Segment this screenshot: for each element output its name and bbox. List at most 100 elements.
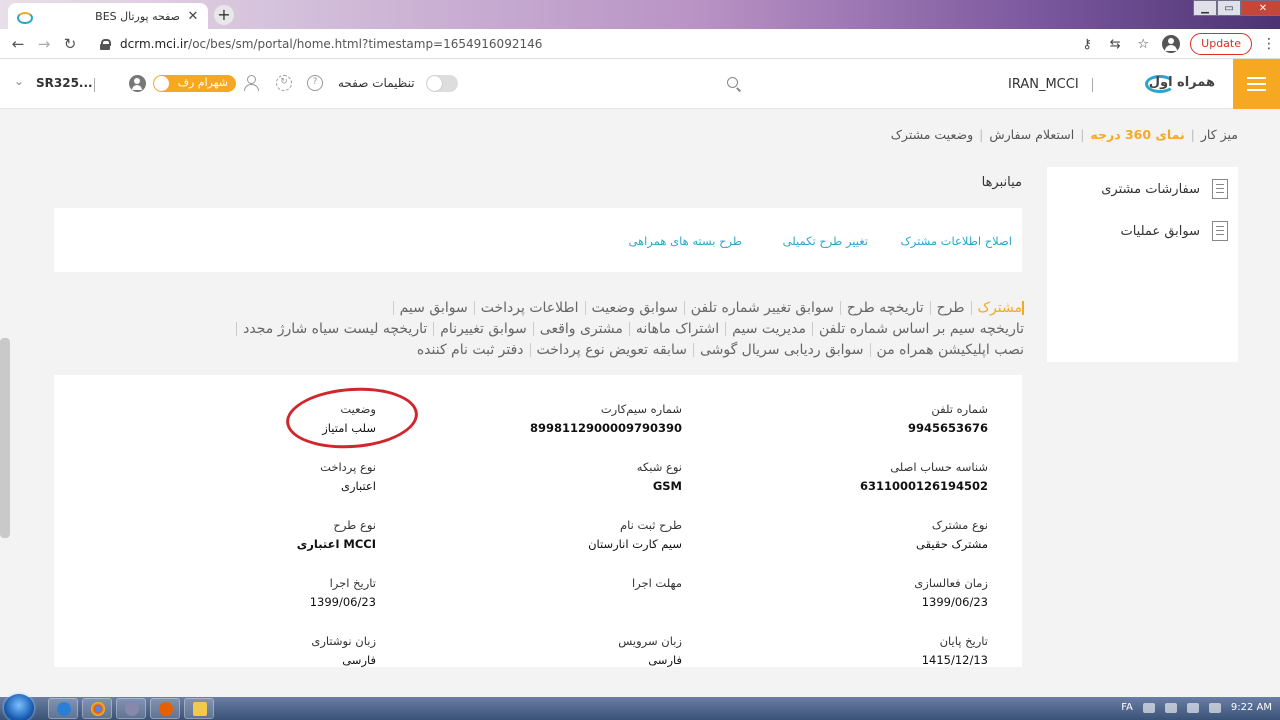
- field-written-language: زبان نوشتاری فارسی: [311, 634, 376, 667]
- shortcut-edit-subscriber[interactable]: اصلاح اطلاعات مشترک: [901, 234, 1013, 248]
- url-text: dcrm.mci.ir/oc/bes/sm/portal/home.html?t…: [120, 37, 542, 51]
- field-subscriber-type: نوع مشترک مشترک حقیقی: [916, 518, 988, 551]
- new-tab-button[interactable]: +: [214, 5, 234, 25]
- key-icon[interactable]: ⚷: [1078, 37, 1096, 52]
- page-scrollbar[interactable]: [0, 338, 10, 538]
- tab-status-history[interactable]: سوابق وضعیت: [584, 300, 684, 315]
- tab-sim-by-number[interactable]: تاریخچه سیم بر اساس شماره تلفن: [812, 321, 1024, 336]
- hamburger-menu-icon[interactable]: [1233, 59, 1280, 109]
- page-settings-label: تنظیمات صفحه: [338, 76, 415, 90]
- field-registration-plan: طرح ثبت نام سیم کارت انارستان: [588, 518, 682, 551]
- tab-row-3: نصب اپلیکیشن همراه من سوابق ردیابی سریال…: [100, 339, 1024, 360]
- field-phone-number: شماره تلفن 9945653676: [908, 402, 988, 435]
- language-indicator[interactable]: FA: [1121, 702, 1133, 713]
- field-value: 6311000126194502: [859, 479, 988, 493]
- taskbar-network-icon[interactable]: [116, 698, 146, 719]
- taskbar-firefox-icon[interactable]: [150, 698, 180, 719]
- clock[interactable]: 9:22 AM: [1231, 702, 1272, 713]
- help-icon[interactable]: ?: [307, 75, 323, 91]
- breadcrumb-order-inquiry[interactable]: استعلام سفارش: [989, 127, 1074, 142]
- minimize-button[interactable]: ▁: [1193, 0, 1217, 16]
- tab-plan[interactable]: طرح: [929, 300, 971, 315]
- tab-device-tracking[interactable]: سوابق ردیابی سریال گوشی: [692, 342, 870, 357]
- field-value: 1399/06/23: [309, 595, 376, 609]
- update-button[interactable]: Update: [1190, 33, 1252, 55]
- shortcut-change-plan[interactable]: تغییر طرح تکمیلی: [783, 234, 868, 248]
- breadcrumb-subscriber-status[interactable]: وضعیت مشترک: [891, 127, 973, 142]
- field-main-account: شناسه حساب اصلی 6311000126194502: [860, 460, 988, 493]
- tab-real-customer[interactable]: مشتری واقعی: [532, 321, 629, 336]
- account-label[interactable]: SR325...: [36, 76, 93, 90]
- field-label: نوع مشترک: [931, 518, 988, 532]
- field-execution-deadline: مهلت اجرا: [632, 576, 682, 595]
- speaker-icon[interactable]: [1142, 702, 1155, 713]
- breadcrumb-360-view[interactable]: نمای 360 درجه: [1090, 127, 1184, 142]
- field-service-language: زبان سرویس فارسی: [618, 634, 682, 667]
- taskbar-folder-icon[interactable]: [184, 698, 214, 719]
- tab-sim-management[interactable]: مدیریت سیم: [725, 321, 812, 336]
- shortcut-bundle-plan[interactable]: طرح بسته های همراهی: [629, 234, 742, 248]
- tab-number-change-history[interactable]: سوابق تغییر شماره تلفن: [683, 300, 840, 315]
- brand-label: IRAN_MCCI: [1008, 77, 1079, 92]
- field-label: نوع پرداخت: [320, 460, 376, 474]
- tab-app-install[interactable]: نصب اپلیکیشن همراه من: [869, 342, 1024, 357]
- sidebar-item-label: سوابق عملیات: [1120, 223, 1200, 239]
- reload-icon[interactable]: ↻: [57, 35, 83, 53]
- close-tab-icon[interactable]: ✕: [186, 9, 200, 24]
- tab-registrar-office[interactable]: دفتر ثبت نام کننده: [411, 343, 530, 357]
- flag-icon[interactable]: [1208, 702, 1221, 713]
- breadcrumb: میز کار|نمای 360 درجه|استعلام سفارش|وضعی…: [890, 127, 1238, 142]
- sidebar-item-label: سفارشات مشتری: [1101, 181, 1200, 197]
- forward-icon[interactable]: →: [31, 35, 57, 53]
- field-label: شناسه حساب اصلی: [890, 460, 988, 474]
- taskbar-ie-icon[interactable]: [48, 698, 78, 719]
- page-settings-toggle[interactable]: [426, 75, 458, 92]
- shortcuts-panel: اصلاح اطلاعات مشترک تغییر طرح تکمیلی طرح…: [54, 208, 1022, 272]
- field-label: نوع شبکه: [636, 460, 682, 474]
- tab-subscriber[interactable]: مشترک: [970, 300, 1024, 315]
- browser-tab[interactable]: صفحه پورتال BES ✕: [8, 3, 208, 29]
- tab-plan-history[interactable]: تاریخچه طرح: [839, 300, 930, 315]
- field-value: 9945653676: [907, 421, 988, 435]
- add-user-icon[interactable]: [243, 74, 261, 92]
- windows-start-icon[interactable]: [4, 694, 34, 720]
- chevron-down-icon[interactable]: ⌄: [14, 74, 24, 88]
- translate-icon[interactable]: ⇆: [1106, 37, 1124, 52]
- back-icon[interactable]: ←: [5, 35, 31, 53]
- field-sim-number: شماره سیم‌کارت 8998112900009790390: [530, 402, 682, 435]
- field-value: MCCI اعتباری: [296, 537, 376, 551]
- field-end-date: تاریخ پایان 1415/12/13: [922, 634, 988, 667]
- subscriber-tabs: مشترک طرح تاریخچه طرح سوابق تغییر شماره …: [100, 297, 1024, 360]
- tab-recharge-blacklist[interactable]: تاریخچه لیست سیاه شارژ مجدد: [236, 321, 433, 336]
- browser-menu-icon[interactable]: ⋮: [1262, 37, 1276, 51]
- close-window-button[interactable]: ✕: [1241, 0, 1280, 16]
- field-label: تاریخ اجرا: [329, 576, 376, 590]
- tab-payment-type-change[interactable]: سابقه تعویض نوع پرداخت: [529, 342, 693, 357]
- star-icon[interactable]: ☆: [1134, 37, 1152, 52]
- field-value: مشترک حقیقی: [916, 537, 988, 551]
- field-plan-type: نوع طرح MCCI اعتباری: [297, 518, 376, 551]
- tab-title: صفحه پورتال BES: [95, 9, 180, 23]
- breadcrumb-desk[interactable]: میز کار: [1201, 127, 1238, 142]
- tab-monthly-subscription[interactable]: اشتراک ماهانه: [628, 321, 725, 336]
- taskbar-chrome-icon[interactable]: [82, 698, 112, 719]
- network-icon[interactable]: [1164, 702, 1177, 713]
- tab-row-1: مشترک طرح تاریخچه طرح سوابق تغییر شماره …: [100, 297, 1024, 318]
- address-bar[interactable]: dcrm.mci.ir/oc/bes/sm/portal/home.html?t…: [90, 33, 1090, 55]
- security-icon[interactable]: [1186, 702, 1199, 713]
- tab-sim-history[interactable]: سوابق سیم: [392, 300, 474, 315]
- shortcuts-title: میانبرها: [981, 175, 1022, 190]
- sidebar-item-customer-orders[interactable]: سفارشات مشتری: [1101, 179, 1228, 199]
- user-switch[interactable]: شهرام رف: [153, 75, 236, 92]
- tab-payment-info[interactable]: اطلاعات پرداخت: [473, 300, 585, 315]
- profile-icon[interactable]: [1162, 35, 1181, 53]
- maximize-button[interactable]: ▭: [1217, 0, 1241, 16]
- sidebar-item-operation-history[interactable]: سوابق عملیات: [1120, 221, 1228, 241]
- tab-name-change-history[interactable]: سوابق تغییرنام: [433, 321, 533, 336]
- search-icon[interactable]: [727, 77, 741, 91]
- avatar-icon[interactable]: [129, 75, 146, 92]
- app-header: همراه اول IRAN_MCCI تنظیمات صفحه ? ↻ شهر…: [0, 59, 1280, 109]
- refresh-icon[interactable]: ↻: [276, 75, 292, 91]
- windows-taskbar: FA 9:22 AM: [0, 694, 1280, 720]
- field-label: نوع طرح: [333, 518, 376, 532]
